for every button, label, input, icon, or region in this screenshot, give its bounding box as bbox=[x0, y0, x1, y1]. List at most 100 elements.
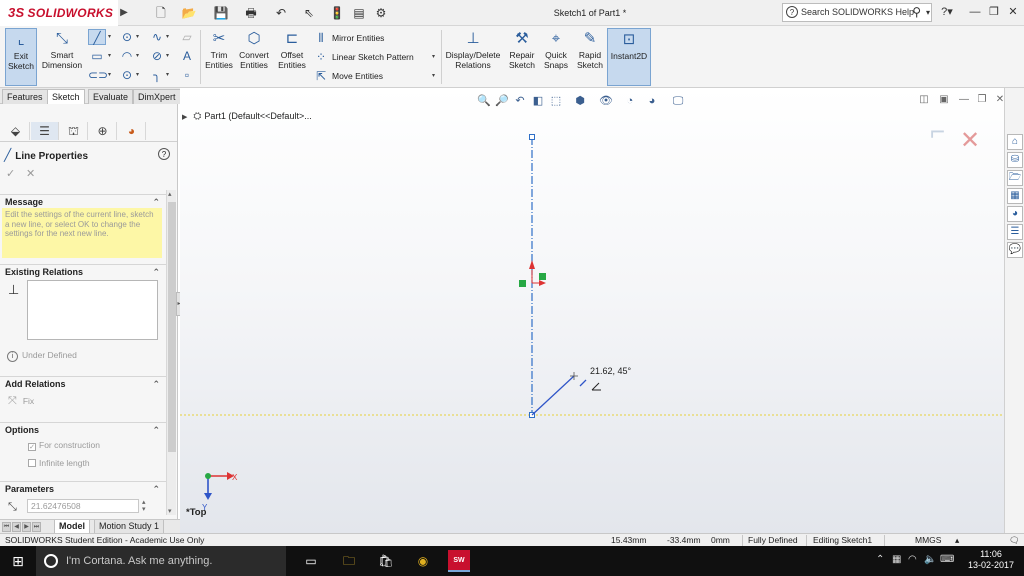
centerline-endpoint-top[interactable] bbox=[529, 134, 535, 140]
configuration-manager-icon[interactable]: ⛫ bbox=[60, 122, 88, 140]
wifi-icon[interactable]: ◠ bbox=[908, 554, 917, 565]
rectangle-tool-icon[interactable]: ▭ bbox=[88, 48, 106, 64]
menu-expand-icon[interactable]: ▶ bbox=[118, 4, 130, 22]
add-relations-header[interactable]: Add Relations ⌃ bbox=[0, 376, 166, 390]
mirror-entities-button[interactable]: Mirror Entities bbox=[332, 30, 384, 46]
rapid-sketch-button[interactable]: ✎ Rapid Sketch bbox=[574, 28, 606, 86]
solidworks-logo[interactable]: 3S SOLIDWORKS bbox=[0, 0, 118, 26]
chevron-up-icon[interactable]: ⌃ bbox=[152, 377, 160, 391]
arc-tool-icon[interactable]: ◠ bbox=[118, 48, 136, 64]
circle-tool-icon[interactable]: ⊙ bbox=[118, 29, 136, 45]
view-palette-icon[interactable]: ▦ bbox=[1007, 188, 1023, 204]
rectangle-dropdown-icon[interactable]: ▾ bbox=[108, 48, 114, 64]
chevron-up-icon[interactable]: ⌃ bbox=[152, 195, 160, 209]
search-help-field[interactable]: ? Search SOLIDWORKS Help ⚲ ▾ bbox=[782, 3, 932, 22]
print-icon[interactable]: 🖶 bbox=[240, 4, 262, 22]
fillet-dropdown-icon[interactable]: ▾ bbox=[166, 67, 172, 83]
sketch-line[interactable] bbox=[531, 375, 575, 416]
cancel-x-icon[interactable]: ✕ bbox=[26, 167, 35, 180]
dimxpert-manager-icon[interactable]: ⊕ bbox=[89, 122, 117, 140]
line-tool-icon[interactable]: ╱ bbox=[88, 29, 106, 45]
linear-sketch-pattern-button[interactable]: Linear Sketch Pattern bbox=[332, 49, 414, 65]
move-dropdown-icon[interactable]: ▾ bbox=[432, 68, 438, 84]
slot-tool-icon[interactable]: ⊂⊃ bbox=[88, 67, 108, 83]
chevron-up-icon[interactable]: ⌃ bbox=[152, 265, 160, 279]
options-gear-icon[interactable]: ⚙ bbox=[370, 4, 392, 22]
search-icon[interactable]: ⚲ bbox=[912, 4, 921, 21]
rebuild-icon[interactable]: 🚦 bbox=[326, 4, 348, 22]
custom-properties-icon[interactable]: ☰ bbox=[1007, 224, 1023, 240]
message-section-header[interactable]: Message ⌃ bbox=[0, 194, 166, 208]
status-chat-icon[interactable]: 🗨 bbox=[1006, 534, 1023, 546]
existing-relations-header[interactable]: Existing Relations ⌃ bbox=[0, 264, 166, 278]
chevron-up-icon[interactable]: ⌃ bbox=[152, 482, 160, 496]
scroll-up-icon[interactable]: ▴ bbox=[168, 190, 172, 198]
windows-start-icon[interactable]: ⊞ bbox=[0, 546, 36, 576]
tray-expand-icon[interactable]: ⌃ bbox=[876, 554, 884, 565]
tab-features[interactable]: Features bbox=[2, 89, 48, 104]
system-clock[interactable]: 11:06 13-02-2017 bbox=[966, 549, 1016, 571]
task-view-icon[interactable]: ▭ bbox=[300, 550, 322, 572]
ellipse-dropdown-icon[interactable]: ▾ bbox=[136, 67, 142, 83]
chrome-icon[interactable]: ◉ bbox=[412, 550, 434, 572]
chevron-down-icon[interactable]: ▾ bbox=[926, 4, 930, 21]
tab-dimxpert[interactable]: DimXpert bbox=[133, 89, 181, 104]
ok-check-icon[interactable]: ✓ bbox=[6, 167, 15, 180]
smart-dimension-button[interactable]: ⤡ Smart Dimension bbox=[40, 28, 84, 86]
polygon-dropdown-icon[interactable]: ▾ bbox=[166, 48, 172, 64]
tab-evaluate[interactable]: Evaluate bbox=[88, 89, 134, 104]
language-icon[interactable]: ⌨ bbox=[940, 554, 954, 565]
network-icon[interactable]: ▦ bbox=[892, 554, 901, 565]
appearances-icon[interactable]: ◕ bbox=[1007, 206, 1023, 222]
graphics-area[interactable]: ▶ ⛭ Part1 (Default<<Default>... 🔍 🔎 ↶ ◧ ⬚ … bbox=[180, 88, 1004, 533]
instant2d-button[interactable]: ⊡ Instant2D bbox=[607, 28, 651, 86]
open-folder-icon[interactable]: 📂 bbox=[178, 4, 200, 22]
cortana-search[interactable]: I'm Cortana. Ask me anything. bbox=[36, 546, 286, 576]
line-dropdown-icon[interactable]: ▾ bbox=[108, 29, 114, 45]
undo-icon[interactable]: ↶ bbox=[270, 4, 292, 22]
plane-tool-icon[interactable]: ▱ bbox=[178, 29, 196, 45]
forum-icon[interactable]: 💬 bbox=[1007, 242, 1023, 258]
existing-relations-list[interactable] bbox=[27, 280, 158, 340]
fix-relation-button[interactable]: ⤧ Fix bbox=[8, 395, 34, 407]
chevron-up-icon[interactable]: ⌃ bbox=[152, 423, 160, 437]
panel-scrollbar[interactable]: ▴ ▾ bbox=[166, 190, 176, 515]
file-explorer-taskbar-icon[interactable]: 🗀 bbox=[338, 550, 360, 572]
next-tab-icon[interactable]: ▶ bbox=[22, 522, 31, 532]
point-tool-icon[interactable]: ▫ bbox=[178, 67, 196, 83]
polygon-tool-icon[interactable]: ⊘ bbox=[148, 48, 166, 64]
options-header[interactable]: Options ⌃ bbox=[0, 422, 166, 436]
move-entities-button[interactable]: Move Entities bbox=[332, 68, 383, 84]
spline-dropdown-icon[interactable]: ▾ bbox=[166, 29, 172, 45]
infinite-length-checkbox[interactable]: Infinite length bbox=[28, 457, 90, 469]
minimize-icon[interactable]: — bbox=[966, 3, 984, 21]
tab-model[interactable]: Model bbox=[54, 520, 90, 534]
last-tab-icon[interactable]: ⏭ bbox=[32, 522, 41, 532]
spline-tool-icon[interactable]: ∿ bbox=[148, 29, 166, 45]
solidworks-resources-icon[interactable]: ⌂ bbox=[1007, 134, 1023, 150]
prev-tab-icon[interactable]: ◀ bbox=[12, 522, 21, 532]
ellipse-tool-icon[interactable]: ⊙ bbox=[118, 67, 136, 83]
units-chevron-icon[interactable]: ▴ bbox=[952, 534, 962, 546]
store-icon[interactable]: 🛍 bbox=[375, 550, 397, 572]
tab-sketch[interactable]: Sketch bbox=[47, 89, 85, 104]
solidworks-taskbar-icon[interactable]: SW bbox=[448, 550, 470, 572]
first-tab-icon[interactable]: ⏮ bbox=[2, 522, 11, 532]
tab-motion-study[interactable]: Motion Study 1 bbox=[94, 520, 165, 534]
volume-icon[interactable]: 🔈 bbox=[924, 554, 936, 565]
repair-sketch-button[interactable]: ⚒ Repair Sketch bbox=[504, 28, 540, 86]
circle-dropdown-icon[interactable]: ▾ bbox=[136, 29, 142, 45]
select-cursor-icon[interactable]: ⇖ bbox=[298, 4, 320, 22]
scrollbar-thumb[interactable] bbox=[168, 202, 176, 452]
display-manager-icon[interactable]: ◕ bbox=[118, 122, 146, 140]
parameters-header[interactable]: Parameters ⌃ bbox=[0, 481, 166, 495]
offset-entities-button[interactable]: ⊏ Offset Entities bbox=[274, 28, 310, 86]
feature-manager-icon[interactable]: ⬙ bbox=[2, 122, 30, 140]
slot-dropdown-icon[interactable]: ▾ bbox=[108, 67, 114, 83]
exit-sketch-button[interactable]: ⌞ Exit Sketch bbox=[5, 28, 37, 86]
close-icon[interactable]: ✕ bbox=[1004, 3, 1022, 21]
quick-snaps-button[interactable]: ⌖ Quick Snaps bbox=[542, 28, 570, 86]
trim-entities-button[interactable]: ✂ Trim Entities bbox=[204, 28, 234, 86]
length-input[interactable]: 21.62476508 bbox=[27, 499, 139, 513]
length-spinner-icon[interactable]: ▴ ▾ bbox=[142, 499, 146, 513]
